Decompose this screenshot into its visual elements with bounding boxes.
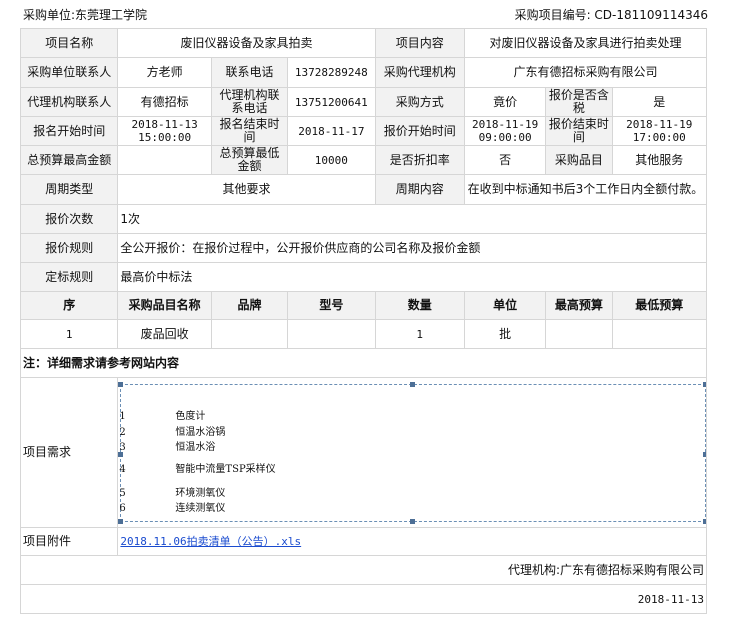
- period-content: 在收到中标通知书后3个工作日内全额付款。: [463, 174, 708, 205]
- category-label: 采购品目: [545, 145, 613, 175]
- quote-start-label: 报价开始时间: [374, 116, 465, 146]
- quote-end: 2018-11-19 17:00:00: [611, 116, 708, 146]
- project-name-label: 项目名称: [19, 28, 119, 58]
- items-header-cell: 型号: [287, 291, 376, 320]
- list-item-name: 恒温水浴: [175, 441, 216, 453]
- resize-handle[interactable]: [118, 381, 124, 387]
- quote-count-label: 报价次数: [19, 204, 119, 234]
- method-label: 采购方式: [374, 87, 465, 117]
- document-header: 采购单位:东莞理工学院 采购项目编号: CD-181109114346: [23, 6, 708, 24]
- attachment-label: 项目附件: [19, 527, 119, 556]
- list-item-name: 色度计: [175, 410, 206, 422]
- list-item-name: 连续测氧仪: [175, 502, 226, 514]
- min-budget-label: 总预算最低金额: [210, 145, 289, 175]
- agency-contact: 有德招标: [117, 87, 212, 117]
- min-budget: 10000: [287, 145, 376, 175]
- items-header-cell: 最高预算: [545, 291, 613, 320]
- resize-handle[interactable]: [410, 518, 416, 524]
- discount-label: 是否折扣率: [374, 145, 465, 175]
- requirements-box: 1 色度计 2 恒温水浴锅 3 恒温水浴 4 智能中流量TSP采样仪 5 环境测…: [118, 380, 706, 526]
- item-cell: [287, 319, 376, 349]
- list-item-number: 2: [119, 426, 126, 438]
- quote-rule-label: 报价规则: [19, 233, 119, 263]
- project-content-label: 项目内容: [374, 28, 465, 58]
- contact-label: 采购单位联系人: [19, 57, 119, 88]
- note: 注：详细需求请参考网站内容: [20, 348, 707, 378]
- signup-end: 2018-11-17: [287, 116, 376, 146]
- quote-rule: 全公开报价：在报价过程中，公开报价供应商的公司名称及报价金额: [117, 233, 707, 263]
- agency-contact-label: 代理机构联系人: [19, 87, 119, 117]
- award-rule-label: 定标规则: [19, 262, 119, 292]
- period-content-label: 周期内容: [374, 174, 465, 205]
- max-budget-label: 总预算最高金额: [19, 145, 119, 175]
- item-cell: [545, 319, 613, 349]
- procurement-table: 项目名称 废旧仪器设备及家具拍卖 项目内容 对废旧仪器设备及家具进行拍卖处理 采…: [19, 28, 708, 614]
- table-row: 1 废品回收 1 批: [19, 319, 708, 349]
- attachment-link[interactable]: 2018.11.06拍卖清单（公告）.xls: [120, 535, 301, 548]
- footer-agency: 代理机构:广东有德招标采购有限公司: [20, 555, 707, 585]
- items-header-cell: 数量: [374, 291, 465, 320]
- requirements-cell: 1 色度计 2 恒温水浴锅 3 恒温水浴 4 智能中流量TSP采样仪 5 环境测…: [117, 377, 707, 528]
- item-cell: [611, 319, 708, 349]
- phone-label: 联系电话: [210, 57, 289, 88]
- agency-label: 采购代理机构: [374, 57, 465, 88]
- resize-handle[interactable]: [118, 518, 124, 524]
- contact: 方老师: [117, 57, 212, 88]
- quote-end-label: 报价结束时间: [545, 116, 613, 146]
- phone: 13728289248: [287, 57, 376, 88]
- project-content: 对废旧仪器设备及家具进行拍卖处理: [463, 28, 708, 58]
- item-cell: 废品回收: [117, 319, 212, 349]
- attachment-cell: 2018.11.06拍卖清单（公告）.xls: [117, 527, 707, 556]
- category: 其他服务: [611, 145, 708, 175]
- agency-phone: 13751200641: [287, 87, 376, 117]
- list-item-number: 5: [119, 487, 126, 499]
- quote-count: 1次: [117, 204, 707, 234]
- resize-handle[interactable]: [410, 381, 416, 387]
- items-header-cell: 最低预算: [611, 291, 708, 320]
- items-header-cell: 序: [19, 291, 119, 320]
- resize-handle[interactable]: [703, 518, 706, 524]
- period-type: 其他要求: [117, 174, 376, 205]
- items-header-row: 序 采购品目名称 品牌 型号 数量 单位 最高预算 最低预算: [19, 291, 708, 320]
- list-item-number: 1: [119, 410, 126, 422]
- list-item-number: 6: [119, 502, 126, 514]
- method: 竟价: [463, 87, 547, 117]
- signup-start-label: 报名开始时间: [19, 116, 119, 146]
- items-header-cell: 单位: [463, 291, 547, 320]
- agency: 广东有德招标采购有限公司: [463, 57, 708, 88]
- footer-date: 2018-11-13: [20, 584, 707, 614]
- list-item-name: 恒温水浴锅: [175, 426, 226, 438]
- project-name: 废旧仪器设备及家具拍卖: [117, 28, 376, 58]
- requirements-label: 项目需求: [19, 377, 119, 528]
- items-header-cell: 采购品目名称: [117, 291, 212, 320]
- item-cell: 1: [19, 319, 119, 349]
- items-header-cell: 品牌: [210, 291, 289, 320]
- purchaser-label: 采购单位:东莞理工学院: [23, 8, 148, 22]
- tax: 是: [611, 87, 708, 117]
- discount: 否: [463, 145, 547, 175]
- list-item-name: 智能中流量TSP采样仪: [175, 463, 276, 475]
- tax-label: 报价是否含税: [545, 87, 613, 117]
- item-cell: [210, 319, 289, 349]
- signup-end-label: 报名结束时间: [210, 116, 289, 146]
- agency-phone-label: 代理机构联系电话: [210, 87, 289, 117]
- resize-handle[interactable]: [703, 381, 706, 387]
- max-budget: [117, 145, 212, 175]
- quote-start: 2018-11-19 09:00:00: [463, 116, 547, 146]
- period-type-label: 周期类型: [19, 174, 119, 205]
- item-cell: 批: [463, 319, 547, 349]
- list-item-name: 环境测氧仪: [175, 487, 226, 499]
- list-item-number: 4: [119, 463, 126, 475]
- award-rule: 最高价中标法: [117, 262, 707, 292]
- list-item-number: 3: [119, 441, 126, 453]
- resize-handle[interactable]: [703, 451, 706, 457]
- signup-start: 2018-11-13 15:00:00: [117, 116, 212, 146]
- item-cell: 1: [374, 319, 465, 349]
- project-number: 采购项目编号: CD-181109114346: [514, 8, 708, 22]
